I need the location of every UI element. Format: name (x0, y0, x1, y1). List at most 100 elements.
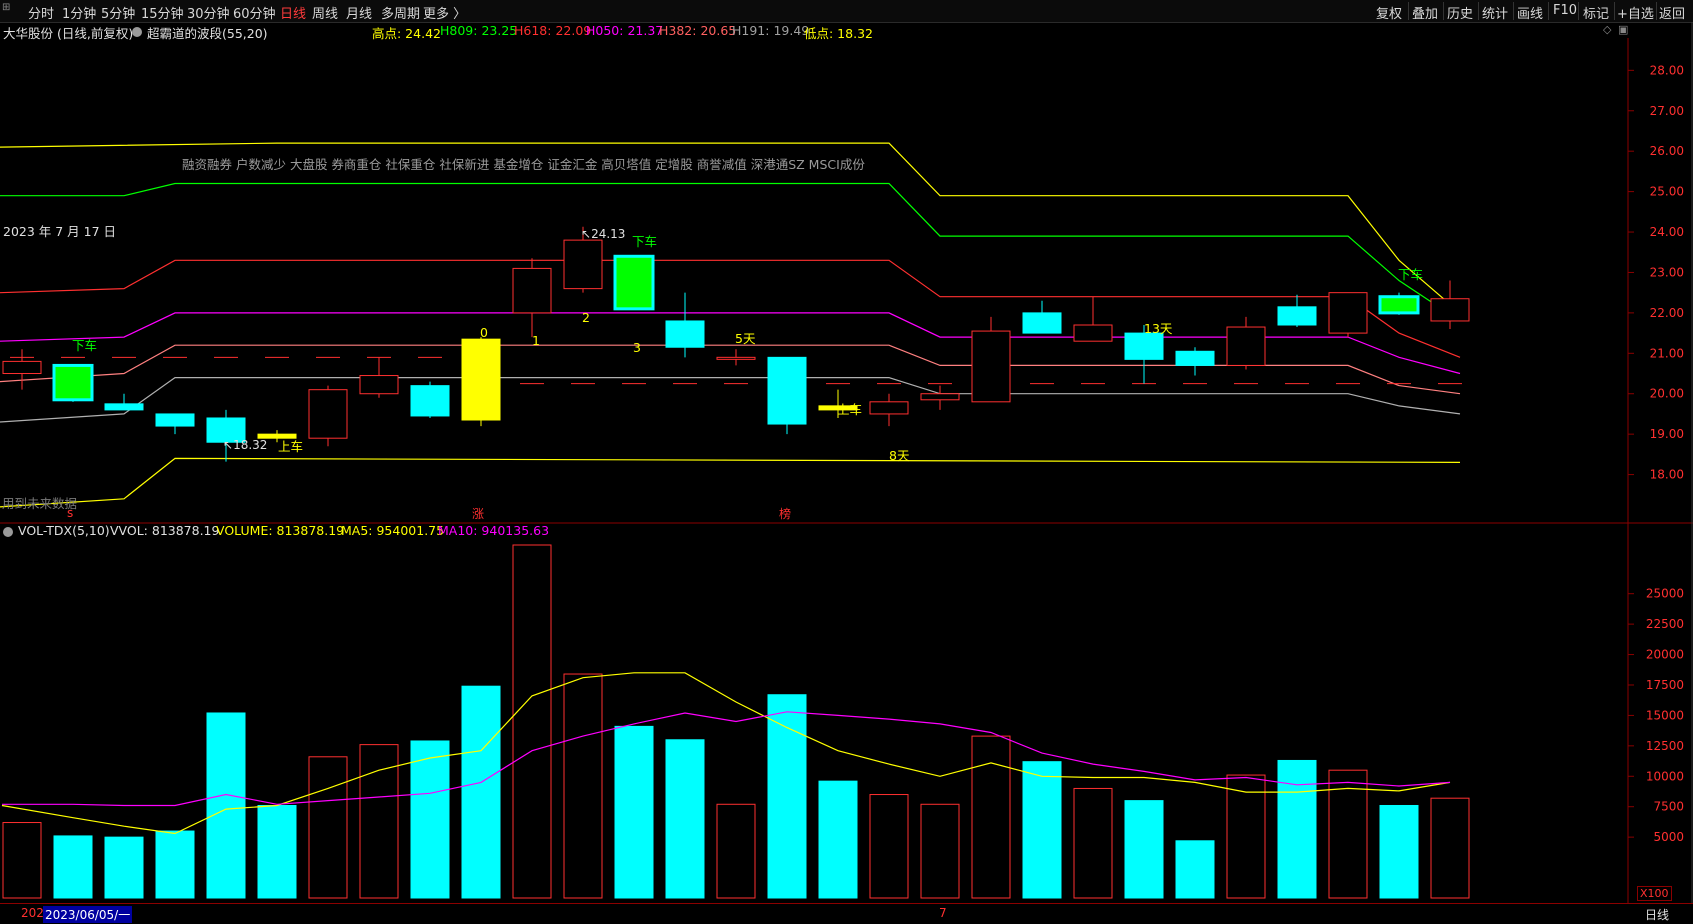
sell-signal-label: 下车 (1398, 267, 1424, 282)
candle-body (1378, 295, 1420, 315)
candle-body (1073, 324, 1113, 342)
volume-tick-label: 25000 (1646, 587, 1684, 601)
buy-signal-label: 上车 (278, 439, 304, 454)
candle-body (2, 360, 42, 375)
candle-body (308, 389, 348, 439)
volume-bar (308, 756, 348, 899)
volume-bar (461, 685, 501, 899)
volume-tick-label: 7500 (1653, 800, 1684, 814)
volume-bar (1175, 840, 1215, 899)
volume-bar (1430, 797, 1470, 899)
volume-tick-label: 5000 (1653, 830, 1684, 844)
volume-bar (614, 725, 654, 899)
price-tick-label: 27.00 (1650, 104, 1684, 118)
volume-bar (104, 836, 144, 899)
day-count-label: 13天 (1144, 321, 1173, 336)
candle-body (1175, 350, 1215, 366)
volume-bar (818, 780, 858, 899)
status-bar: 202 2023/06/05/一 7 日线 (0, 903, 1693, 924)
low-price-label: ↖18.32 (223, 438, 268, 452)
wave-count-label: 0 (480, 325, 488, 340)
level-lines (0, 142, 1461, 508)
marker-zhang[interactable]: 涨 (472, 505, 484, 522)
volume-bar (1022, 761, 1062, 899)
wave-count-label: 3 (633, 340, 641, 355)
volume-settings-icon[interactable] (3, 527, 13, 537)
price-tick-label: 18.00 (1650, 468, 1684, 482)
price-axis: 28.00 27.00 26.00 25.00 24.00 23.00 22.00 21.00… (1628, 63, 1684, 482)
level-line (0, 182, 1461, 322)
price-tick-label: 22.00 (1650, 306, 1684, 320)
volume-bar (53, 835, 93, 899)
buy-signal-label: 上车 (837, 402, 863, 417)
high-price-label: ↖24.13 (581, 227, 626, 241)
volume-tick-label: 10000 (1646, 769, 1684, 783)
day-count-label: 8天 (889, 448, 910, 463)
sell-signal-label: 下车 (632, 234, 658, 249)
marker-bang[interactable]: 榜 (779, 505, 791, 522)
volume-bar (257, 804, 297, 899)
candle-body (410, 385, 450, 417)
volume-tick-label: 22500 (1646, 617, 1684, 631)
vvol-value: VVOL: 813878.19 (110, 523, 220, 538)
candle-body (104, 403, 144, 411)
period-indicator[interactable]: 日线 (1645, 906, 1669, 923)
candle-body (1277, 306, 1317, 326)
volume-unit: X100 (1637, 886, 1672, 901)
kline-chart[interactable]: 28.00 27.00 26.00 25.00 24.00 23.00 22.00 21.00… (0, 0, 1693, 923)
volume-bar (1277, 759, 1317, 899)
price-tick-label: 20.00 (1650, 387, 1684, 401)
candle-body (461, 338, 501, 421)
volume-tick-label: 15000 (1646, 708, 1684, 722)
status-mid: 7 (939, 906, 947, 920)
volume-bar (665, 739, 705, 899)
price-tick-label: 26.00 (1650, 144, 1684, 158)
day-count-label: 5天 (735, 331, 756, 346)
volume-bar (206, 712, 246, 899)
volume-bar (920, 803, 960, 899)
candle-body (613, 254, 655, 311)
marker-s[interactable]: s (67, 506, 73, 520)
candle-body (1328, 292, 1368, 334)
candle-body (563, 239, 603, 290)
candle-body (155, 413, 195, 427)
candle-body (512, 267, 552, 314)
volume-bar (1226, 774, 1266, 899)
volume-bar (155, 830, 195, 899)
status-left: 202 (21, 906, 44, 920)
ma5-value: MA5: 954001.75 (341, 523, 445, 538)
volume-indicator-name[interactable]: VOL-TDX(5,10) (18, 523, 110, 538)
candle-body (767, 356, 807, 425)
sell-signal-label: 下车 (72, 338, 98, 353)
volume-tick-label: 12500 (1646, 739, 1684, 753)
volume-tick-label: 17500 (1646, 678, 1684, 692)
cursor-date: 2023/06/05/一 (43, 906, 133, 923)
volume-bar (2, 822, 42, 899)
volume-value: VOLUME: 813878.19 (216, 523, 345, 538)
volume-bar (1124, 800, 1164, 899)
ma10-value: MA10: 940135.63 (438, 523, 550, 538)
candle-body (52, 363, 94, 402)
volume-bar (563, 673, 603, 899)
volume-bar (410, 740, 450, 899)
candle-body (869, 401, 909, 415)
date-label: 2023 年 7 月 17 日 (3, 224, 117, 239)
volume-bar (716, 803, 756, 899)
candle-body (1022, 312, 1062, 334)
wave-count-label: 1 (532, 333, 540, 348)
volume-bar (1379, 804, 1419, 899)
concept-tags: 融资融券 户数减少 大盘股 券商重仓 社保重仓 社保新进 基金增仓 证金汇金 高… (182, 157, 865, 172)
candle-body (1430, 298, 1470, 322)
wave-count-label: 2 (582, 310, 590, 325)
candle-body (1226, 326, 1266, 366)
volume-bar (767, 694, 807, 899)
candle-body (1124, 332, 1164, 360)
volume-bar (869, 794, 909, 899)
candle-body (359, 375, 399, 395)
volume-axis: 25000 22500 20000 17500 15000 12500 10000 7500 5… (1628, 587, 1684, 844)
volume-bar (512, 544, 552, 899)
future-data-label: 用到未来数据 (2, 496, 78, 511)
volume-bar (1073, 787, 1113, 899)
price-tick-label: 23.00 (1650, 265, 1684, 279)
level-line (0, 457, 1461, 508)
